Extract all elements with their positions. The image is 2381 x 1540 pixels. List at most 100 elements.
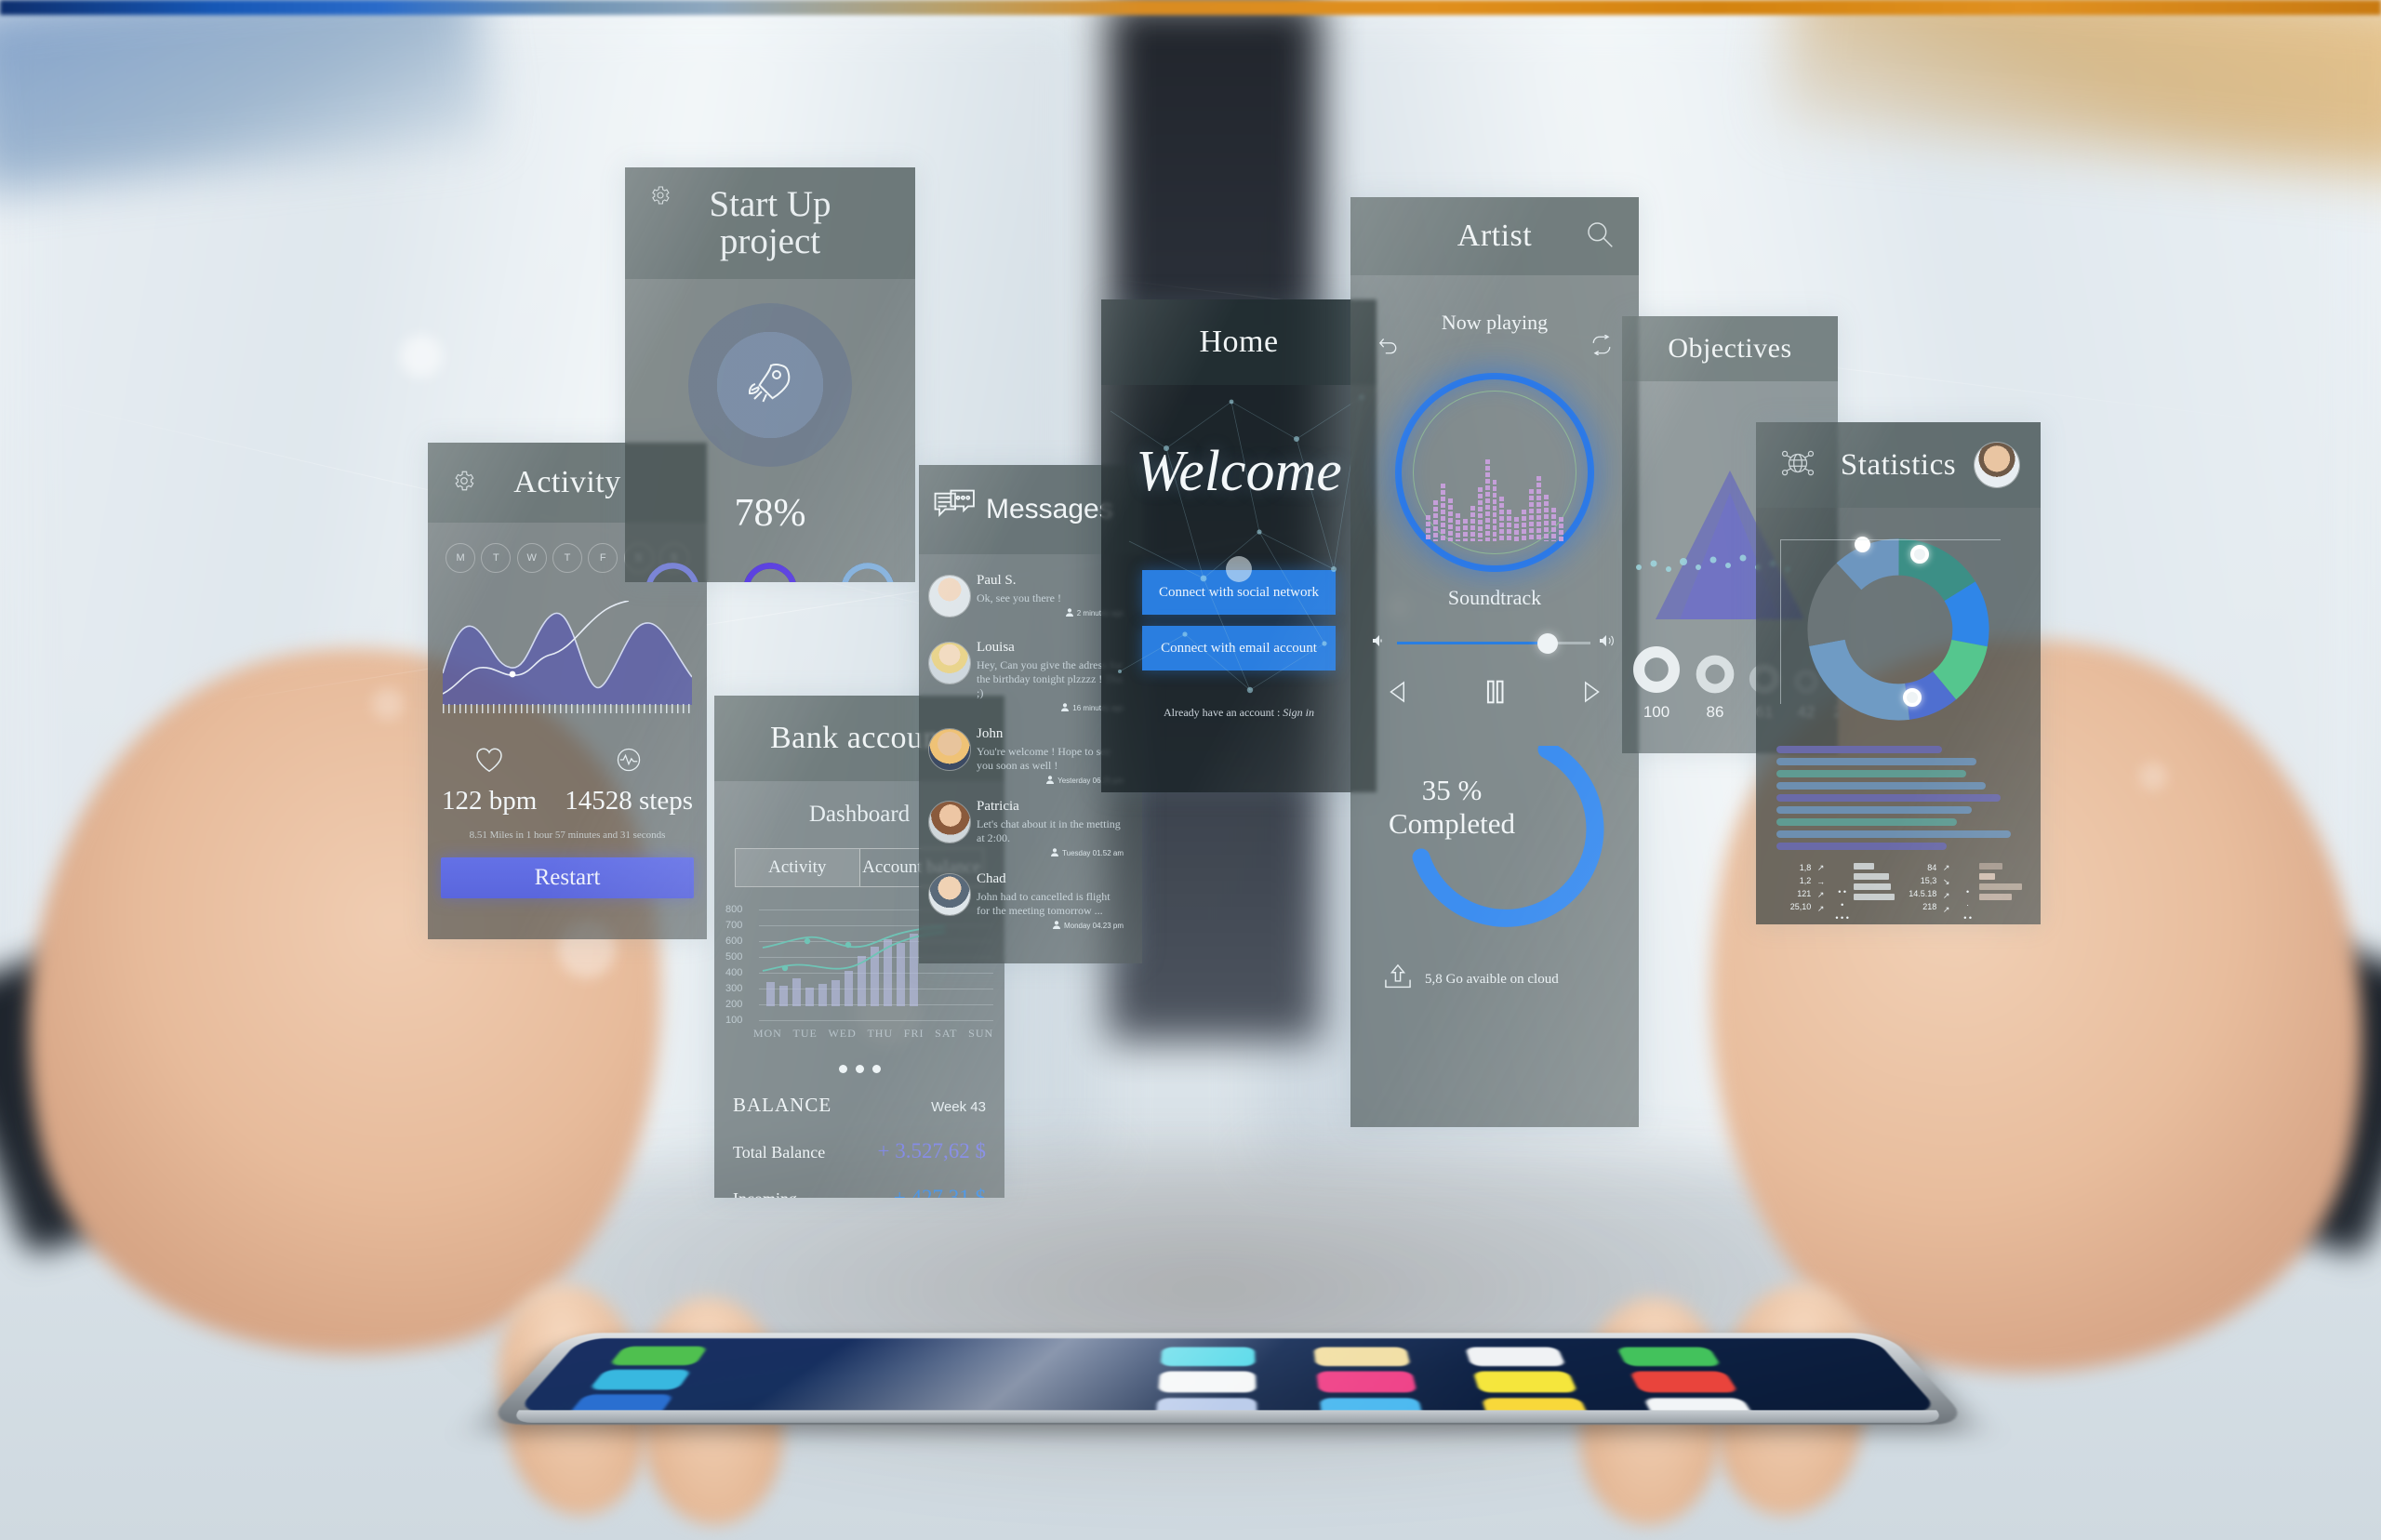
weekday-chip[interactable]: T xyxy=(552,543,582,573)
startup-percent: 78% xyxy=(734,492,806,535)
y-tick: 800 xyxy=(725,904,743,915)
phone-screen[interactable] xyxy=(515,1338,1940,1413)
trend-arrow-icon: ↗ xyxy=(1942,905,1950,914)
chat-bubbles-icon xyxy=(934,489,977,531)
connect-email-button[interactable]: Connect with email account xyxy=(1142,626,1336,670)
volume-low-icon[interactable] xyxy=(1373,634,1388,652)
previous-icon[interactable] xyxy=(1384,678,1412,710)
carousel-dot[interactable] xyxy=(838,1065,847,1073)
activity-metrics: 122 bpm 14528 steps xyxy=(428,746,707,816)
bank-balance-header: BALANCE Week 43 xyxy=(733,1094,986,1117)
avatar[interactable] xyxy=(928,642,971,684)
ring-finance[interactable]: Finance xyxy=(838,560,898,582)
carousel-dot[interactable] xyxy=(871,1065,881,1073)
rating-dots: • xyxy=(1841,900,1844,909)
repeat-icon[interactable] xyxy=(1590,334,1613,360)
screenshot-stage: Activity M T W T F S S xyxy=(0,0,2381,1540)
welcome-heading: Welcome xyxy=(1136,440,1342,503)
player-transport[interactable] xyxy=(1350,676,1639,712)
activity-metric-heart: 122 bpm xyxy=(442,746,537,816)
message-timestamp: Monday 04.23 pm xyxy=(977,921,1124,931)
balance-row-incoming: Incoming + 427,31 $ xyxy=(733,1186,986,1198)
bokeh xyxy=(400,335,443,378)
balance-value: + 3.527,62 $ xyxy=(877,1139,986,1162)
y-tick: 700 xyxy=(725,920,743,931)
weekday-chip[interactable]: M xyxy=(446,543,476,573)
home-footer[interactable]: Already have an account : Sign in xyxy=(1101,706,1377,720)
steps-value: 14528 steps xyxy=(565,786,694,816)
statistics-header: Statistics xyxy=(1756,422,2041,508)
stat-col-dots-2: • · • • • xyxy=(1956,887,1979,924)
undo-arrow-icon[interactable] xyxy=(1377,335,1399,360)
avatar[interactable] xyxy=(928,801,971,843)
volume-slider[interactable] xyxy=(1373,632,1616,654)
stat-value: 1,2 xyxy=(1799,876,1812,885)
ring-tech[interactable]: Tech xyxy=(643,560,702,582)
person-icon xyxy=(1051,848,1059,858)
sign-in-link[interactable]: Sign in xyxy=(1283,706,1314,719)
trend-arrow-icon: ↗ xyxy=(1942,891,1950,900)
stat-col-minibars-2 xyxy=(1979,863,2024,924)
card-statistics[interactable]: Statistics 1,8 1,2 121 25,10 ↗ → ↗ ↗ • •… xyxy=(1756,422,2041,924)
heart-rate-value: 122 bpm xyxy=(441,786,538,816)
weekday-chip[interactable]: W xyxy=(516,543,547,573)
next-icon[interactable] xyxy=(1577,678,1605,710)
statistics-bars xyxy=(1776,746,2020,850)
volume-high-icon[interactable] xyxy=(1600,634,1616,652)
home-header: Home xyxy=(1101,299,1377,385)
avatar[interactable] xyxy=(928,575,971,617)
stat-bar xyxy=(1776,830,2011,838)
mini-bar xyxy=(1979,873,1995,880)
pause-icon[interactable] xyxy=(1479,676,1510,712)
tab-activity[interactable]: Activity xyxy=(736,849,860,886)
avatar[interactable] xyxy=(1974,442,2020,488)
completion-progress: 35 % Completed xyxy=(1350,746,1639,936)
message-row[interactable]: Patricia Let's chat about it in the mett… xyxy=(919,793,1133,866)
message-preview: Let's chat about it in the metting at 2:… xyxy=(977,817,1121,844)
volume-fill xyxy=(1397,642,1549,644)
card-startup-project[interactable]: Start Up project 78% Tech xyxy=(625,167,915,582)
cloud-storage-row: 5,8 Go avaible on cloud xyxy=(1382,962,1639,998)
carousel-dot[interactable] xyxy=(855,1065,864,1073)
gear-icon[interactable] xyxy=(649,184,672,211)
balance-row-total: Total Balance + 3.527,62 $ xyxy=(733,1139,986,1163)
smartphone[interactable] xyxy=(484,1333,1972,1425)
magnifier-icon[interactable] xyxy=(1585,219,1615,254)
timestamp-text: Monday 04.23 pm xyxy=(1063,922,1124,930)
top-color-strip xyxy=(0,0,2381,15)
y-tick: 300 xyxy=(725,983,743,994)
completion-label: Completed xyxy=(1388,806,1516,840)
card-home[interactable]: Home Welcome Connect with social network… xyxy=(1101,299,1377,792)
person-icon xyxy=(1046,776,1055,786)
startup-category-rings: Tech Business Finance xyxy=(625,560,915,582)
activity-summary-note: 8.51 Miles in 1 hour 57 minutes and 31 s… xyxy=(469,830,666,841)
ring-business[interactable]: Business xyxy=(737,560,803,582)
avatar[interactable] xyxy=(928,873,971,916)
restart-button[interactable]: Restart xyxy=(441,857,694,898)
stat-bar xyxy=(1776,806,1972,814)
stat-bar xyxy=(1776,746,1943,753)
bank-carousel-dots[interactable] xyxy=(714,1065,1004,1073)
weekday-chip[interactable]: T xyxy=(481,543,512,573)
trend-arrow-icon: ↗ xyxy=(1816,890,1825,899)
equalizer-bars xyxy=(1425,404,1564,541)
card-artist-player[interactable]: Artist Now playing Soundtrack 35 % Compl… xyxy=(1350,197,1639,1127)
y-tick: 600 xyxy=(725,936,743,947)
balance-label: Incoming xyxy=(733,1189,797,1198)
gear-icon[interactable] xyxy=(452,469,476,498)
trend-arrow-icon: ↘ xyxy=(1942,877,1950,886)
volume-track[interactable] xyxy=(1397,632,1590,654)
message-row[interactable]: Chad John had to cancelled is flight for… xyxy=(919,866,1133,938)
volume-knob[interactable] xyxy=(1537,632,1559,654)
phone-bottom-bezel xyxy=(507,1410,1949,1423)
connect-social-button[interactable]: Connect with social network xyxy=(1142,570,1336,615)
home-title: Home xyxy=(1199,325,1279,359)
mini-bar xyxy=(1854,873,1889,880)
heart-icon xyxy=(473,748,505,777)
x-tick: THU xyxy=(867,1027,894,1040)
avatar[interactable] xyxy=(928,728,971,771)
weekday-chip[interactable]: F xyxy=(588,543,619,573)
balance-heading: BALANCE xyxy=(733,1094,832,1116)
objective-donut: 100 xyxy=(1631,644,1682,722)
rating-dots: • • xyxy=(1963,913,1973,923)
